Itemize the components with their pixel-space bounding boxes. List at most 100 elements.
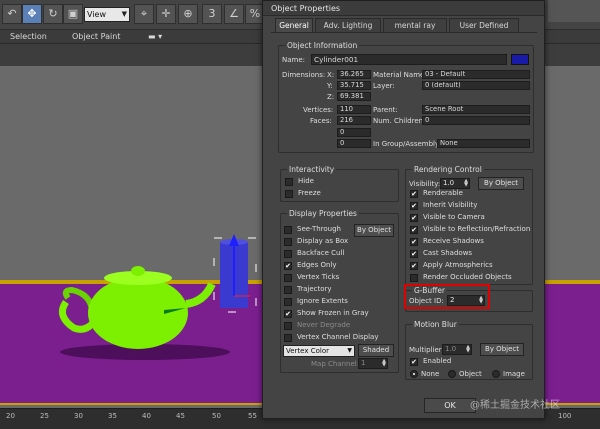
z-value: 69.381 [337,92,371,101]
x-value: 36.265 [337,70,371,79]
undo-icon[interactable]: ↶ [2,4,22,24]
timeline-tick: 30 [74,412,83,420]
dialog-title[interactable]: Object Properties [263,1,544,16]
backface-cull-checkbox[interactable] [284,250,292,258]
chevron-down-icon: ▼ [121,10,127,18]
window-corner [548,0,600,22]
ignore-extents-label: Ignore Extents [297,297,348,305]
receive-shadows-label: Receive Shadows [423,237,484,245]
render-occluded-label: Render Occluded Objects [423,273,512,281]
ignore-extents-checkbox[interactable] [284,298,292,306]
radio-none-label: None [421,370,440,378]
inherit-visibility-label: Inherit Visibility [423,201,478,209]
tab-general[interactable]: General [275,18,313,32]
show-frozen-gray-checkbox[interactable]: ✔ [284,310,292,318]
apply-atmospherics-label: Apply Atmospherics [423,261,493,269]
cast-shadows-label: Cast Shadows [423,249,473,257]
freeze-checkbox[interactable] [285,190,293,198]
vertex-color-dropdown[interactable]: Vertex Color ▼ [283,345,355,357]
visible-to-reflection-checkbox[interactable]: ✔ [410,226,418,234]
trajectory-checkbox[interactable] [284,286,292,294]
ribbon-tab-object-paint[interactable]: Object Paint [72,32,120,41]
renderable-checkbox[interactable]: ✔ [410,190,418,198]
inherit-visibility-checkbox[interactable]: ✔ [410,202,418,210]
hide-checkbox[interactable] [285,178,293,186]
tab-adv-lighting[interactable]: Adv. Lighting [315,18,381,32]
motion-blur-by-object-button[interactable]: By Object [480,343,524,356]
motion-blur-enabled-checkbox[interactable]: ✔ [410,358,418,366]
radio-image-label: Image [503,370,525,378]
faces-value: 216 [337,116,371,125]
name-field[interactable]: Cylinder001 [311,54,507,65]
rendering-by-object-button[interactable]: By Object [478,177,524,190]
pivot-icon[interactable]: ⌖ [134,4,154,24]
ok-button[interactable]: OK [424,398,476,413]
reference-coordinate-select[interactable]: View ▼ [84,7,130,22]
ribbon-menu-icon[interactable]: ▬ ▾ [148,32,162,41]
snap-icon[interactable]: 3 [202,4,222,24]
motion-blur-enabled-label: Enabled [423,357,452,365]
visibility-label: Visibility: [409,180,441,188]
object-color-swatch[interactable] [511,54,529,65]
app-window: ↶ ✥ ↻ ▣ View ▼ ⌖ ✛ ⊕ 3 ∠ % Selection Obj… [0,0,600,429]
name-label: Name: [282,56,306,64]
view-select-label: View [87,10,106,19]
timeline-tick: 25 [40,412,49,420]
select-manipulate-icon[interactable]: ✛ [156,4,176,24]
radio-none[interactable] [410,370,418,378]
cylinder001[interactable] [213,234,257,313]
radio-image[interactable] [492,370,500,378]
y-value: 35.715 [337,81,371,90]
visible-to-camera-checkbox[interactable]: ✔ [410,214,418,222]
display-as-box-checkbox[interactable] [284,238,292,246]
angle-snap-icon[interactable]: ∠ [224,4,244,24]
parent-label: Parent: [373,106,398,114]
display-by-object-button[interactable]: By Object [354,224,394,237]
timeline-tick: 40 [142,412,151,420]
multiplier-value: 1.0 [445,345,457,353]
faces-label: Faces: [310,117,332,125]
num-children-value: 0 [422,116,530,125]
group-title: Motion Blur [412,320,459,329]
visible-to-camera-label: Visible to Camera [423,213,485,221]
group-title: Display Properties [287,209,359,218]
layer-label: Layer: [373,82,395,90]
map-channel-value: 1 [361,359,366,367]
edges-only-checkbox[interactable]: ✔ [284,262,292,270]
visibility-spinner[interactable]: 1.0 ▲ ▼ [440,178,470,189]
in-group-label: In Group/Assembly: [373,140,441,148]
vertex-channel-display-checkbox[interactable] [284,334,292,342]
vertex-color-value: Vertex Color [286,347,330,355]
receive-shadows-checkbox[interactable]: ✔ [410,238,418,246]
apply-atmospherics-checkbox[interactable]: ✔ [410,262,418,270]
ribbon-tab-selection[interactable]: Selection [10,32,47,41]
layer-value: 0 (default) [422,81,530,90]
cast-shadows-checkbox[interactable]: ✔ [410,250,418,258]
timeline-tick: 50 [212,412,221,420]
rotate-icon[interactable]: ↻ [43,4,63,24]
render-occluded-checkbox[interactable] [410,274,418,282]
shaded-button[interactable]: Shaded [358,344,394,357]
timeline-tick: 20 [6,412,15,420]
x-label: X: [327,71,335,79]
scale-icon[interactable]: ▣ [63,4,83,24]
info-field: 0 [337,139,371,148]
spinner-arrows-icon: ▲ ▼ [382,358,386,368]
parent-value: Scene Root [422,105,530,114]
never-degrade-checkbox[interactable] [284,322,292,330]
teapot[interactable] [58,266,216,349]
see-through-checkbox[interactable] [284,226,292,234]
tab-mental-ray[interactable]: mental ray [383,18,447,32]
material-name-label: Material Name: [373,71,427,79]
radio-object[interactable] [448,370,456,378]
tab-user-defined[interactable]: User Defined [449,18,519,32]
hide-label: Hide [298,177,314,185]
vertex-ticks-checkbox[interactable] [284,274,292,282]
spinner-arrows-icon: ▲ ▼ [464,178,468,188]
move-gizmo-icon[interactable]: ⊕ [178,4,198,24]
map-channel-spinner[interactable]: 1 ▲ ▼ [358,358,388,369]
multiplier-spinner[interactable]: 1.0 ▲ ▼ [442,344,472,355]
spinner-arrows-icon: ▲ ▼ [466,344,470,354]
select-move-icon[interactable]: ✥ [22,4,42,24]
see-through-label: See-Through [297,225,341,233]
